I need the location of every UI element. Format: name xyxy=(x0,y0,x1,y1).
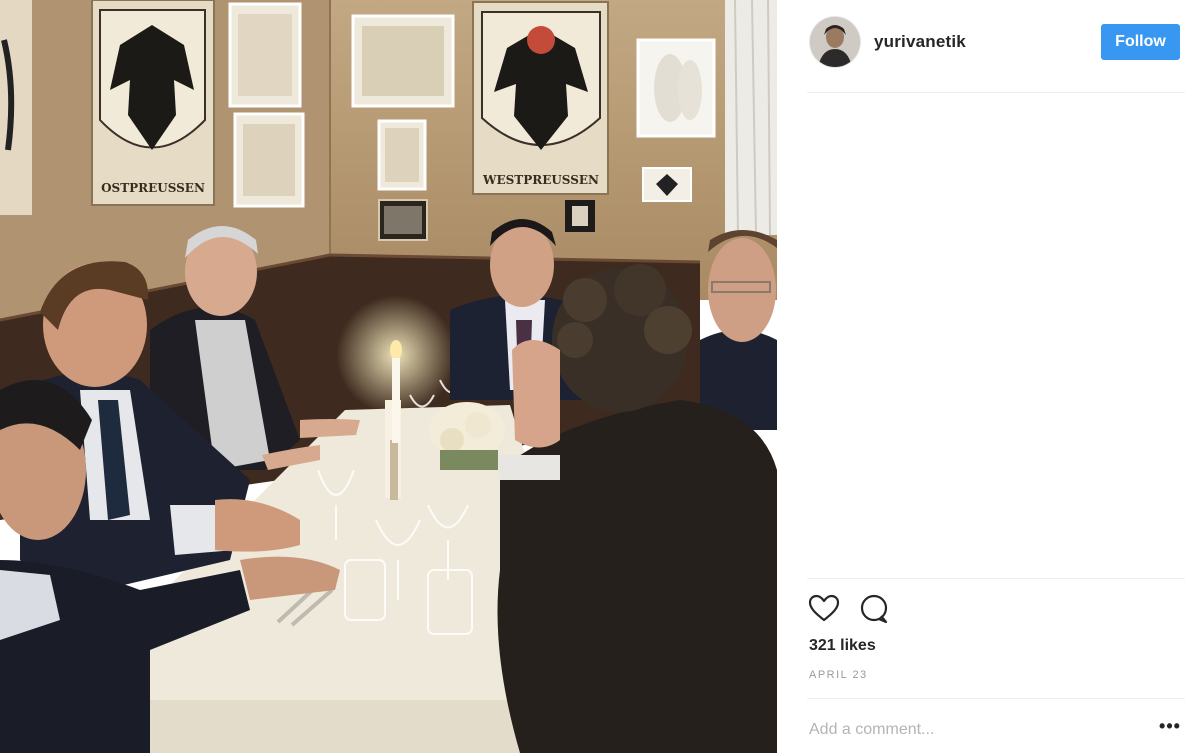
likes-count[interactable]: 321 likes xyxy=(809,637,876,655)
comment-input[interactable] xyxy=(809,716,1129,744)
comment-icon[interactable] xyxy=(857,592,891,626)
heart-icon[interactable] xyxy=(807,592,841,626)
avatar-image xyxy=(810,17,860,67)
comments-divider xyxy=(807,578,1185,579)
action-bar xyxy=(807,592,927,626)
post-header: yurivanetik Follow xyxy=(777,0,1200,92)
header-divider xyxy=(807,92,1185,93)
comment-divider xyxy=(807,698,1185,699)
avatar[interactable] xyxy=(810,17,860,67)
post-sidebar: yurivanetik Follow 321 likes APRIL 23 ••… xyxy=(777,0,1200,753)
post-photo[interactable]: OSTPREUSSEN WESTPREUSSEN xyxy=(0,0,777,753)
banner-right-label: WESTPREUSSEN xyxy=(482,173,599,187)
banner-left-label: OSTPREUSSEN xyxy=(101,181,205,195)
post-photo-image: OSTPREUSSEN WESTPREUSSEN xyxy=(0,0,777,753)
more-options-icon[interactable]: ••• xyxy=(1157,717,1183,740)
follow-button[interactable]: Follow xyxy=(1101,24,1180,60)
post-date: APRIL 23 xyxy=(809,669,868,681)
username[interactable]: yurivanetik xyxy=(874,32,966,52)
